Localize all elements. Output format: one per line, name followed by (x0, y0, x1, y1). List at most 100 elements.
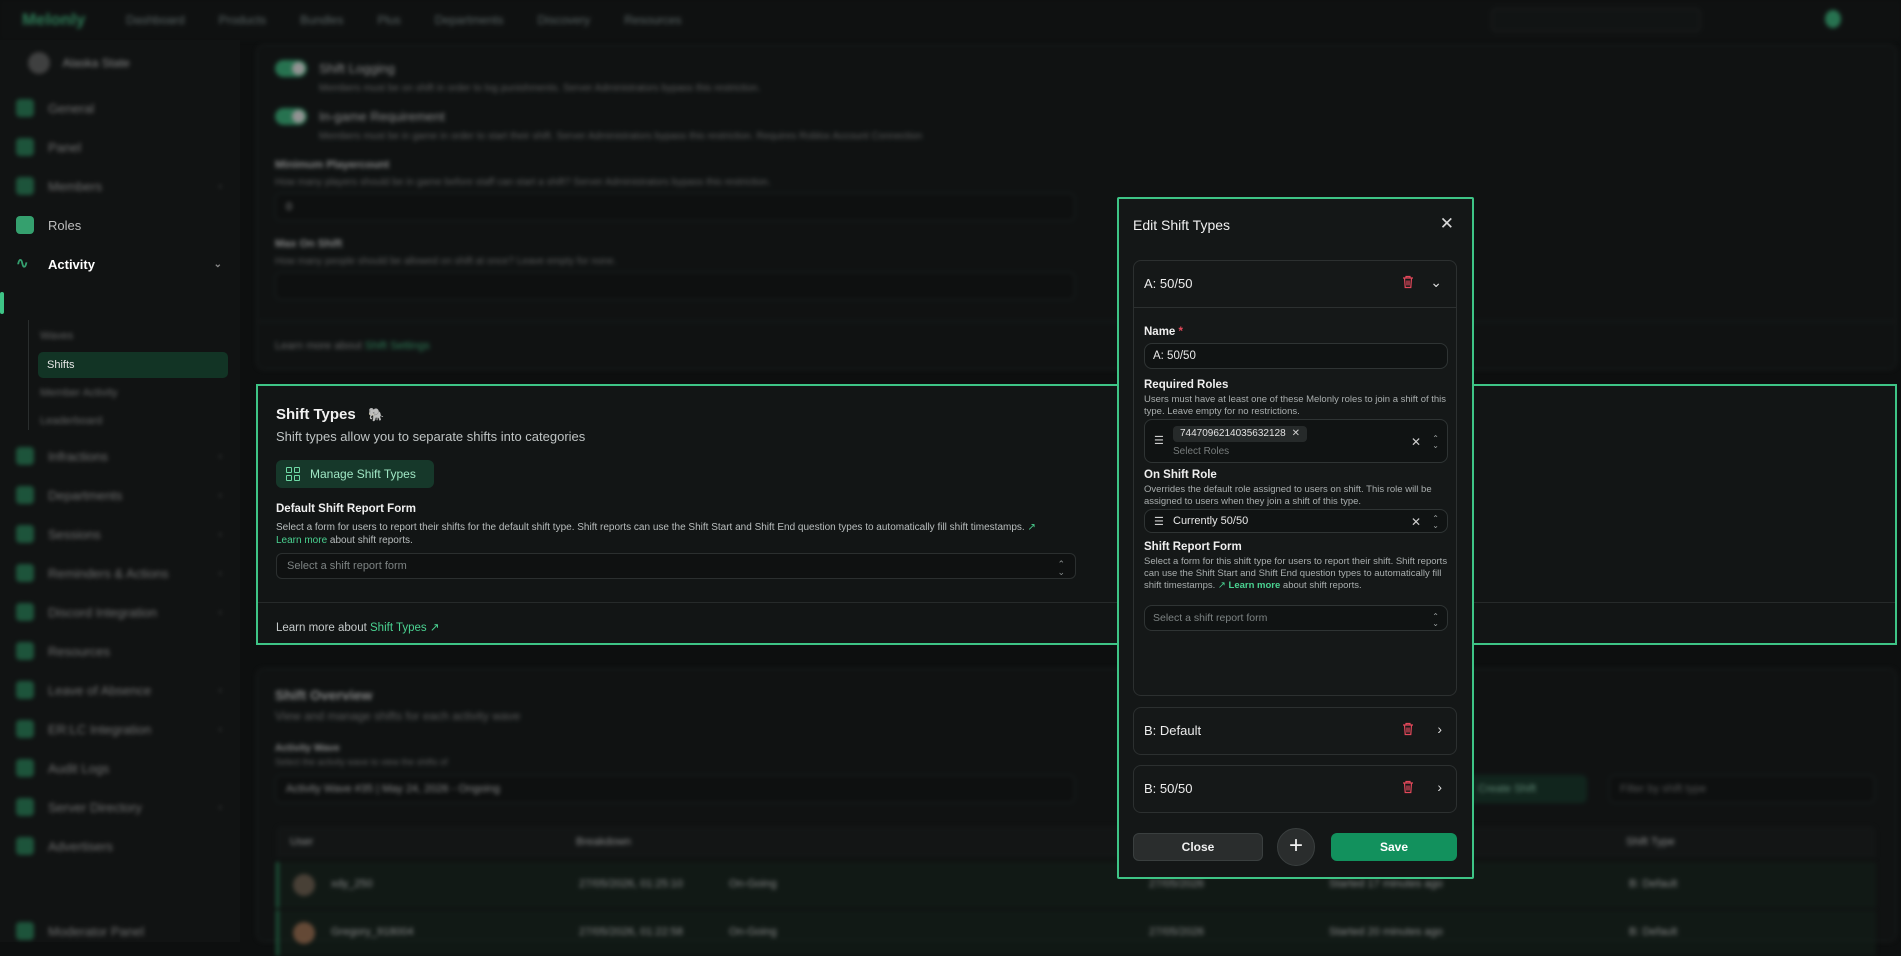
shift-types-subtitle: Shift types allow you to separate shifts… (276, 429, 586, 444)
default-form-desc: Select a form for users to report their … (276, 522, 1036, 533)
shift-type-accordion-b-5050[interactable]: B: 50/50 › (1133, 765, 1457, 813)
sidebar-sub-member-activity[interactable]: Member Activity (40, 387, 118, 399)
sidebar-label: Moderator Panel (48, 923, 145, 939)
accordion-title: B: 50/50 (1144, 781, 1193, 796)
nav-discovery[interactable]: Discovery (538, 13, 591, 27)
learn-more-prefix: Learn more about (275, 340, 362, 352)
sidebar-item-discord[interactable]: Discord Integration › (16, 598, 228, 626)
gavel-icon (16, 447, 34, 465)
row-started: Started 17 minutes ago (1329, 878, 1443, 890)
on-shift-role-select[interactable]: ☰ Currently 50/50 ✕ ⌃ ⌄ (1144, 509, 1448, 533)
manage-shift-types-button[interactable]: Manage Shift Types (276, 460, 434, 488)
account-switcher[interactable] (1491, 8, 1701, 32)
sidebar-item-departments[interactable]: Departments › (16, 481, 228, 509)
accordion-header[interactable]: B: 50/50 › (1134, 766, 1456, 812)
trash-icon[interactable] (1402, 780, 1414, 794)
learn-more-link[interactable]: Learn more (276, 535, 327, 546)
trend-icon (16, 525, 34, 543)
sidebar-sub-leaderboard[interactable]: Leaderboard (40, 415, 102, 427)
sidebar-item-activity[interactable]: ∿ Activity ⌄ (16, 250, 228, 278)
required-roles-select[interactable]: ☰ 744709621403563212​8 ✕ Select Roles ✕ ⌃… (1144, 419, 1448, 463)
chevron-right-icon[interactable]: › (1437, 779, 1442, 795)
col-shift-type: Shift Type (1626, 836, 1675, 848)
top-navbar: Melonly Dashboard Products Bundles Plus … (0, 0, 1901, 40)
notification-icon[interactable] (1825, 10, 1841, 28)
key-icon (16, 216, 34, 234)
max-on-shift-input[interactable] (275, 272, 1075, 300)
nav-departments[interactable]: Departments (435, 13, 504, 27)
save-button[interactable]: Save (1331, 833, 1457, 861)
table-row[interactable]: Gregory_918004 27/05/2026, 01:22:58 On-G… (276, 910, 1876, 956)
chevron-right-icon: › (218, 684, 222, 696)
shift-type-accordion-b-default[interactable]: B: Default › (1133, 707, 1457, 755)
clear-icon[interactable]: ✕ (1411, 515, 1421, 529)
close-icon[interactable]: ✕ (1440, 214, 1454, 234)
sidebar-label: Reminders & Actions (48, 565, 169, 581)
sidebar-moderator-panel[interactable]: Moderator Panel (16, 917, 228, 945)
ingame-req-title: In-game Requirement (319, 109, 445, 124)
nav-dashboard[interactable]: Dashboard (126, 13, 185, 27)
shift-report-form-select[interactable]: Select a shift report form ⌃ ⌄ (1144, 605, 1448, 631)
nav-products[interactable]: Products (219, 13, 266, 27)
nav-bundles[interactable]: Bundles (300, 13, 343, 27)
default-form-select[interactable]: Select a shift report form ⌃ ⌄ (276, 553, 1076, 579)
brand-logo[interactable]: Melonly (22, 10, 85, 30)
discord-icon (16, 603, 34, 621)
report-learn-more-link[interactable]: Learn more (1229, 580, 1281, 591)
sidebar-item-panel[interactable]: Panel (16, 133, 228, 161)
ingame-req-toggle[interactable] (275, 108, 307, 125)
nav-plus[interactable]: Plus (377, 13, 400, 27)
name-label-text: Name (1144, 326, 1176, 338)
sidebar-item-reminders[interactable]: Reminders & Actions › (16, 559, 228, 587)
required-roles-label: Required Roles (1144, 379, 1229, 391)
accordion-header[interactable]: A: 50/50 ⌄ (1134, 261, 1456, 307)
min-player-value: 0 (286, 201, 293, 213)
server-selector[interactable]: Alaska State (28, 52, 218, 78)
shield-icon (16, 564, 34, 582)
row-start: 27/05/2026, 01:22:58 (579, 926, 683, 938)
on-shift-role-label: On Shift Role (1144, 469, 1217, 481)
sidebar-item-loa[interactable]: Leave of Absence › (16, 676, 228, 704)
sidebar-item-erlc[interactable]: ER:LC Integration › (16, 715, 228, 743)
chevron-right-icon[interactable]: › (1437, 721, 1442, 737)
min-player-input[interactable]: 0 (275, 193, 1075, 221)
sidebar-label: Infractions (48, 448, 108, 464)
clear-icon[interactable]: ✕ (1411, 435, 1421, 449)
shift-report-form-desc: Select a form for this shift type for us… (1144, 556, 1448, 592)
sidebar-sub-shifts[interactable]: Shifts (38, 352, 228, 378)
nav-resources[interactable]: Resources (624, 13, 681, 27)
chevron-down-icon[interactable]: ⌄ (1430, 274, 1442, 291)
table-row[interactable]: xdy_250 27/05/2026, 01:25:10 On-Going 27… (276, 862, 1876, 908)
shift-types-link[interactable]: Shift Types (370, 622, 427, 634)
wave-select[interactable]: Activity Wave #35 | May 24, 2026 - Ongoi… (275, 775, 1075, 803)
shift-logging-toggle[interactable] (275, 60, 307, 77)
add-shift-type-button[interactable]: + (1277, 828, 1315, 866)
sidebar-sub-waves[interactable]: Waves (40, 330, 73, 342)
role-chip: 744709621403563212​8 ✕ (1173, 426, 1308, 442)
trash-icon[interactable] (1402, 722, 1414, 736)
sidebar-item-directory[interactable]: Server Directory › (16, 793, 228, 821)
trash-icon[interactable] (1402, 275, 1414, 289)
sidebar-item-audit[interactable]: Audit Logs (16, 754, 228, 782)
close-button[interactable]: Close (1133, 833, 1263, 861)
globe-icon (16, 642, 34, 660)
on-shift-role-value: Currently 50/50 (1173, 515, 1249, 527)
sidebar-item-resources[interactable]: Resources (16, 637, 228, 665)
sidebar-item-sessions[interactable]: Sessions › (16, 520, 228, 548)
name-input[interactable]: A: 50/50 (1144, 343, 1448, 369)
active-indicator (0, 292, 4, 314)
sidebar-item-members[interactable]: Members › (16, 172, 228, 200)
name-value: A: 50/50 (1153, 350, 1196, 362)
shift-settings-link[interactable]: Shift Settings (365, 340, 430, 352)
accordion-header[interactable]: B: Default › (1134, 708, 1456, 754)
sidebar-item-roles[interactable]: Roles (16, 211, 228, 239)
filter-select[interactable]: Filter by shift type (1609, 775, 1875, 803)
on-shift-role-desc: Overrides the default role assigned to u… (1144, 484, 1432, 507)
remove-chip-icon[interactable]: ✕ (1292, 428, 1300, 439)
sidebar-item-general[interactable]: General (16, 94, 228, 122)
chevron-right-icon: › (218, 801, 222, 813)
row-start: 27/05/2026, 01:25:10 (579, 878, 683, 890)
ingame-req-desc: Members must be in game in order to star… (319, 131, 923, 142)
sidebar-item-infractions[interactable]: Infractions › (16, 442, 228, 470)
sidebar-item-advertisers[interactable]: Advertisers (16, 832, 228, 860)
